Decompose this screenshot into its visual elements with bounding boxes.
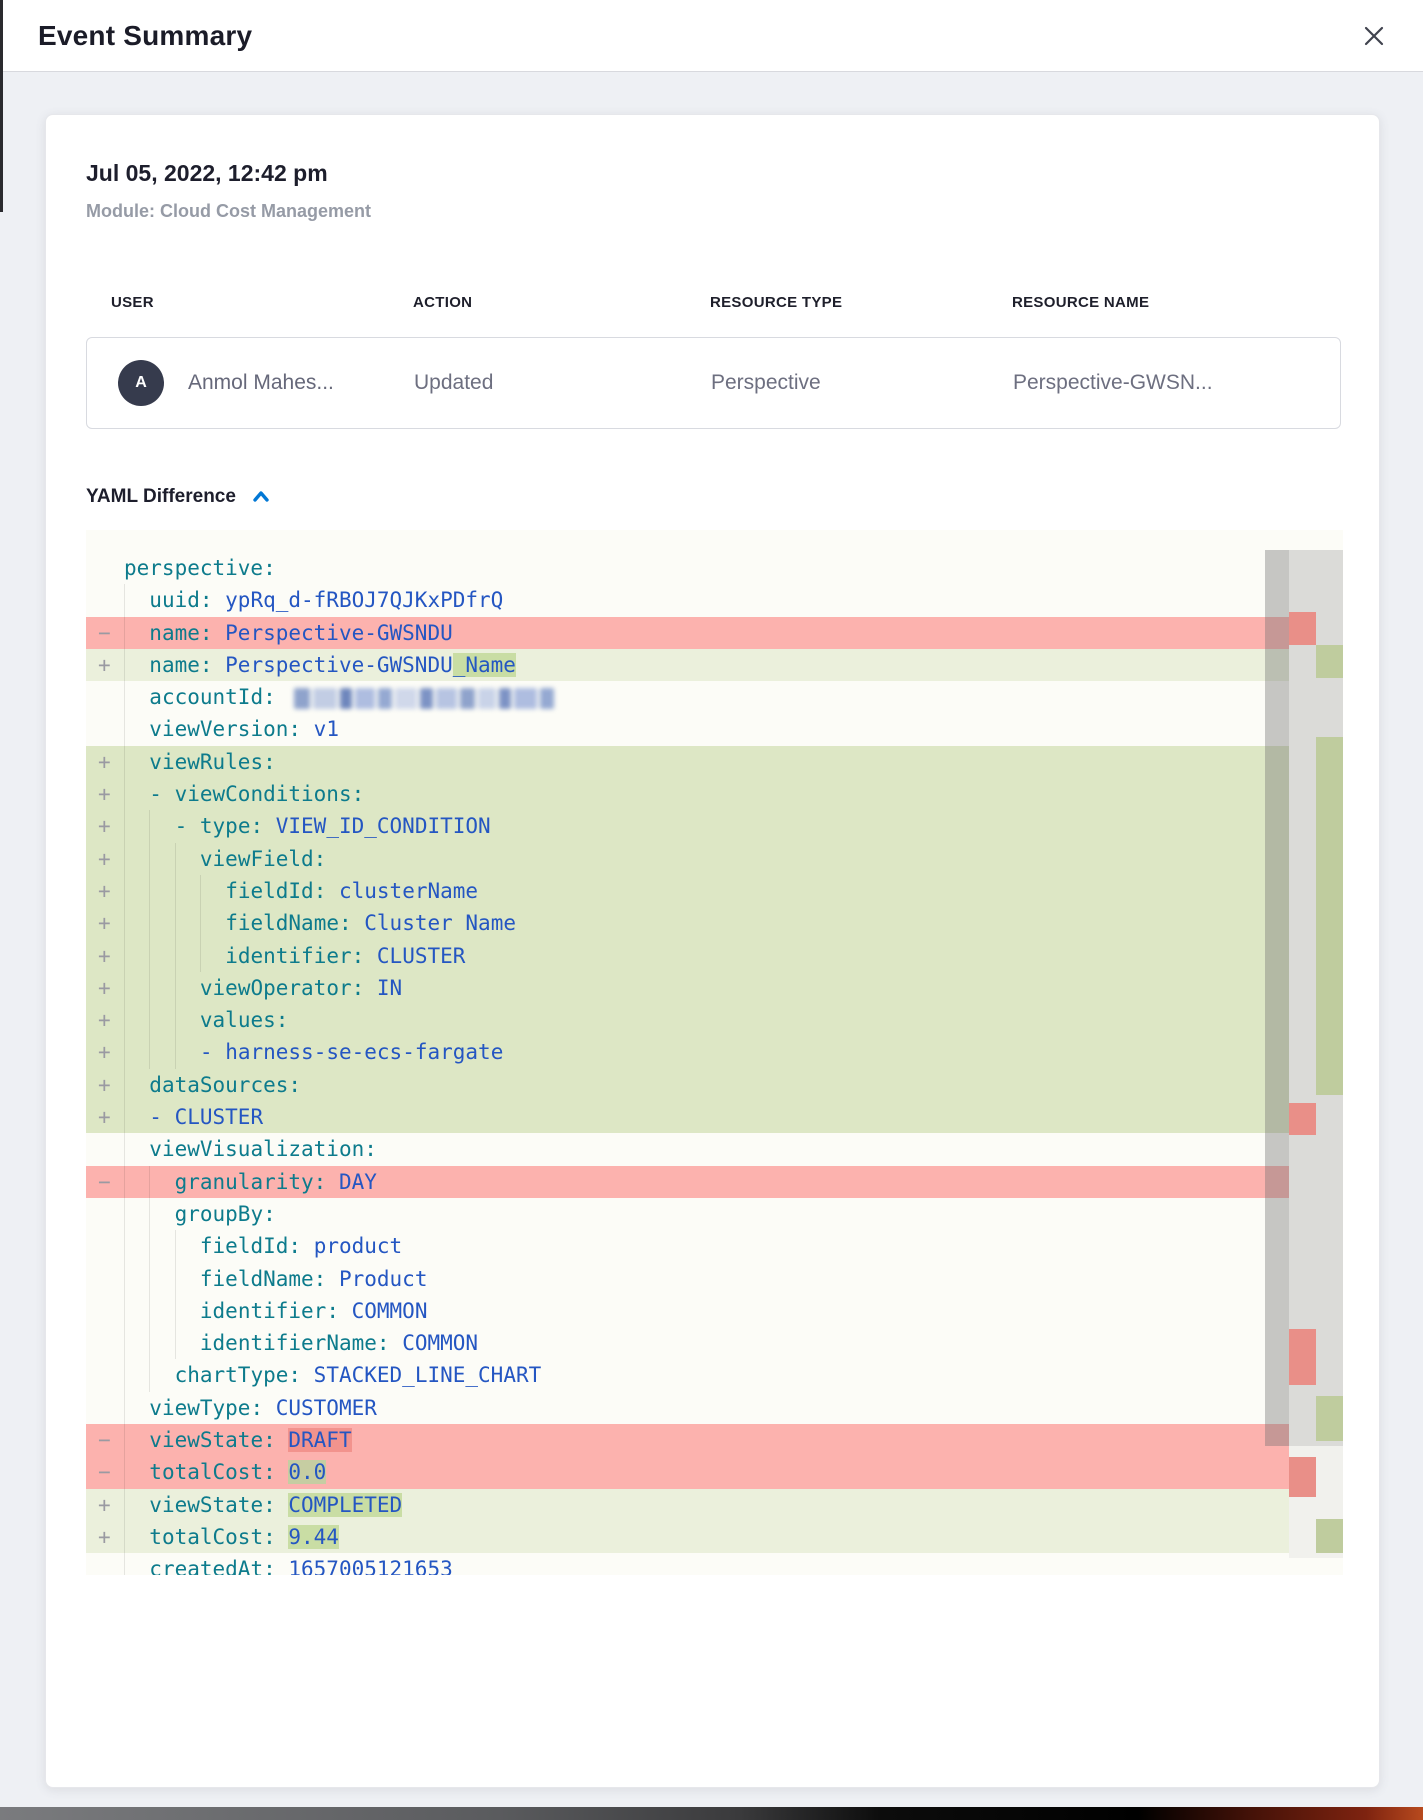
background-page-strip: [0, 1807, 1423, 1820]
diff-line: +viewState: COMPLETED: [86, 1489, 1290, 1521]
diff-line: fieldName: Product: [86, 1263, 1290, 1295]
minimap-deletion-mark: [1289, 1103, 1316, 1135]
resource-name-value: Perspective-GWSN...: [1013, 371, 1340, 395]
event-summary-card: Jul 05, 2022, 12:42 pm Module: Cloud Cos…: [45, 114, 1380, 1788]
resource-type-value: Perspective: [711, 371, 1013, 395]
minimap-addition-mark: [1316, 1396, 1343, 1441]
diff-line: +dataSources:: [86, 1069, 1290, 1101]
diff-line: viewVersion: v1: [86, 713, 1290, 745]
diff-line: −totalCost: 0.0: [86, 1456, 1290, 1488]
audit-table-row: A Anmol Mahes... Updated Perspective Per…: [86, 337, 1341, 429]
collapse-toggle[interactable]: [248, 484, 274, 510]
audit-table-header: USER ACTION RESOURCE TYPE RESOURCE NAME: [86, 294, 1341, 311]
page-title: Event Summary: [38, 20, 252, 52]
drawer-edge: [0, 0, 3, 212]
user-cell: A Anmol Mahes...: [87, 360, 414, 406]
diff-line: +- harness-se-ecs-fargate: [86, 1036, 1290, 1068]
avatar: A: [118, 360, 164, 406]
event-timestamp: Jul 05, 2022, 12:42 pm: [86, 160, 1341, 187]
event-module: Module: Cloud Cost Management: [86, 201, 1341, 222]
diff-line: perspective:: [86, 552, 1290, 584]
yaml-difference-header: YAML Difference: [86, 484, 1341, 510]
minimap-addition-mark: [1316, 645, 1343, 678]
minimap-addition-mark: [1316, 1519, 1343, 1553]
column-user: USER: [86, 294, 413, 311]
diff-line: accountId:: [86, 681, 1290, 713]
diff-line: groupBy:: [86, 1198, 1290, 1230]
diff-line: −granularity: DAY: [86, 1166, 1290, 1198]
minimap-deletion-mark: [1289, 1457, 1316, 1497]
column-action: ACTION: [413, 294, 710, 311]
chevron-up-icon: [248, 484, 274, 510]
diff-line: +viewRules:: [86, 746, 1290, 778]
diff-line: identifierName: COMMON: [86, 1327, 1290, 1359]
diff-line: uuid: ypRq_d-fRBOJ7QJKxPDfrQ: [86, 584, 1290, 616]
diff-line: −viewState: DRAFT: [86, 1424, 1290, 1456]
action-value: Updated: [414, 371, 711, 395]
modal-header: Event Summary: [0, 0, 1423, 72]
yaml-diff-lines: perspective: uuid: ypRq_d-fRBOJ7QJKxPDfr…: [86, 552, 1290, 1575]
diff-line: +viewOperator: IN: [86, 972, 1290, 1004]
diff-line: fieldId: product: [86, 1230, 1290, 1262]
diff-line: +fieldName: Cluster Name: [86, 907, 1290, 939]
diff-line: +- viewConditions:: [86, 778, 1290, 810]
yaml-difference-label: YAML Difference: [86, 486, 236, 508]
diff-line: +totalCost: 9.44: [86, 1521, 1290, 1553]
scrollbar-thumb[interactable]: [1265, 550, 1289, 1446]
diff-line: +name: Perspective-GWSNDU_Name: [86, 649, 1290, 681]
diff-line: +- CLUSTER: [86, 1101, 1290, 1133]
close-icon: [1362, 24, 1386, 48]
column-resource-type: RESOURCE TYPE: [710, 294, 1012, 311]
column-resource-name: RESOURCE NAME: [1012, 294, 1341, 311]
diff-line: viewType: CUSTOMER: [86, 1392, 1290, 1424]
redacted-value: [294, 688, 554, 709]
close-button[interactable]: [1359, 21, 1389, 51]
diff-line: +values:: [86, 1004, 1290, 1036]
minimap-deletion-mark: [1289, 1329, 1316, 1385]
diff-line: createdAt: 1657005121653: [86, 1553, 1290, 1575]
diff-line: chartType: STACKED_LINE_CHART: [86, 1359, 1290, 1391]
diff-line: identifier: COMMON: [86, 1295, 1290, 1327]
yaml-diff-viewer[interactable]: perspective: uuid: ypRq_d-fRBOJ7QJKxPDfr…: [86, 530, 1343, 1575]
diff-line: +viewField:: [86, 843, 1290, 875]
diff-line: −name: Perspective-GWSNDU: [86, 617, 1290, 649]
diff-line: +- type: VIEW_ID_CONDITION: [86, 810, 1290, 842]
diff-line: +fieldId: clusterName: [86, 875, 1290, 907]
user-name: Anmol Mahes...: [188, 371, 334, 395]
minimap-deletion-mark: [1289, 612, 1316, 645]
minimap-addition-mark: [1316, 737, 1343, 1095]
diff-line: viewVisualization:: [86, 1133, 1290, 1165]
diff-line: +identifier: CLUSTER: [86, 940, 1290, 972]
